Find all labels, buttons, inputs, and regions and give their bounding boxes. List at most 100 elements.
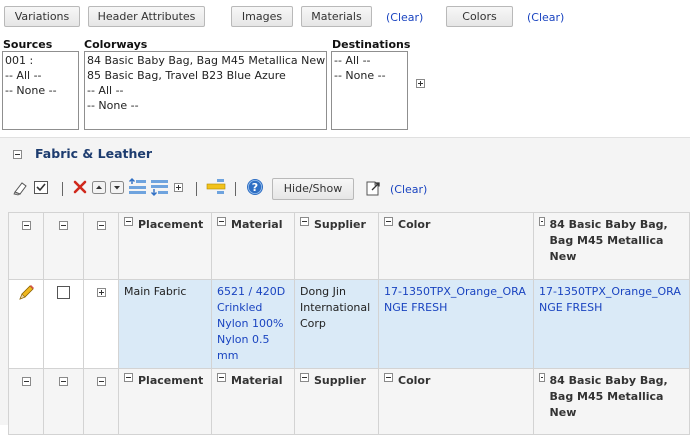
list-option[interactable]: -- None --: [334, 68, 405, 83]
collapse-icon[interactable]: [217, 217, 226, 226]
header-cell: Placement: [118, 212, 212, 280]
collapse-icon[interactable]: [300, 373, 309, 382]
sources-label: Sources: [3, 38, 53, 51]
collapse-icon[interactable]: [124, 373, 133, 382]
header-cell: Material: [211, 212, 295, 280]
images-button[interactable]: Images: [231, 6, 293, 27]
insert-row-below-icon[interactable]: [150, 178, 170, 199]
toolbar-separator: [235, 182, 236, 196]
column-header-placement[interactable]: Placement: [138, 373, 203, 389]
collapse-icon[interactable]: [59, 376, 68, 386]
column-highlight-icon[interactable]: [206, 178, 226, 199]
bom-table: Placement Material Supplier Color 84 Bas…: [8, 212, 690, 435]
collapse-icon[interactable]: [96, 376, 106, 386]
colorways-label: Colorways: [84, 38, 148, 51]
collapse-icon[interactable]: [217, 373, 226, 382]
select-cell: [43, 279, 84, 369]
header-cell: [83, 368, 119, 435]
insert-row-above-icon[interactable]: [128, 178, 148, 199]
header-cell: [43, 368, 84, 435]
section-title: Fabric & Leather: [35, 146, 153, 161]
header-cell: Supplier: [294, 368, 379, 435]
toolbar-separator: [62, 182, 63, 196]
collapse-icon[interactable]: [384, 373, 393, 382]
variations-button[interactable]: Variations: [4, 6, 80, 27]
colorways-listbox[interactable]: 84 Basic Baby Bag, Bag M45 Metallica New…: [84, 51, 327, 130]
expand-icon[interactable]: [416, 79, 425, 88]
list-option[interactable]: -- All --: [334, 53, 405, 68]
column-header-colorway[interactable]: 84 Basic Baby Bag, Bag M45 Metallica New: [550, 217, 684, 265]
header-cell: Supplier: [294, 212, 379, 280]
header-cell: Color: [378, 212, 534, 280]
move-down-icon[interactable]: [110, 181, 124, 197]
eraser-icon[interactable]: [12, 179, 30, 200]
expand-icon[interactable]: [96, 287, 106, 297]
list-option[interactable]: -- All --: [5, 68, 76, 83]
list-option[interactable]: 001 :: [5, 53, 76, 68]
header-cell: Color: [378, 368, 534, 435]
column-header-color[interactable]: Color: [398, 373, 430, 389]
list-option[interactable]: 85 Basic Bag, Travel B23 Blue Azure: [87, 68, 324, 83]
destinations-label: Destinations: [332, 38, 411, 51]
colors-clear-link[interactable]: (Clear): [527, 11, 564, 24]
header-cell: 84 Basic Baby Bag, Bag M45 Metallica New: [533, 368, 690, 435]
sources-listbox[interactable]: 001 : -- All -- -- None --: [2, 51, 79, 130]
pencil-icon[interactable]: [17, 285, 35, 305]
column-header-material[interactable]: Material: [231, 217, 282, 233]
toolbar-separator: [196, 182, 197, 196]
header-cell: [8, 368, 44, 435]
column-header-placement[interactable]: Placement: [138, 217, 203, 233]
materials-clear-link[interactable]: (Clear): [386, 11, 423, 24]
expand-cell: [83, 279, 119, 369]
collapse-icon[interactable]: [124, 217, 133, 226]
placement-value: Main Fabric: [124, 285, 187, 298]
header-cell: Material: [211, 368, 295, 435]
colorway-color-link[interactable]: 17-1350TPX_Orange_ORANGE FRESH: [539, 285, 681, 314]
delete-icon[interactable]: [72, 179, 88, 198]
column-header-supplier[interactable]: Supplier: [314, 217, 366, 233]
collapse-icon[interactable]: [96, 220, 106, 230]
material-link[interactable]: 6521 / 420D Crinkled Nylon 100% Nylon 0.…: [217, 285, 285, 362]
collapse-icon[interactable]: [21, 376, 31, 386]
column-header-material[interactable]: Material: [231, 373, 282, 389]
hide-show-button[interactable]: Hide/Show: [272, 178, 354, 200]
check-box-icon[interactable]: [33, 179, 50, 199]
column-header-color[interactable]: Color: [398, 217, 430, 233]
column-header-supplier[interactable]: Supplier: [314, 373, 366, 389]
collapse-icon[interactable]: [21, 220, 31, 230]
header-attributes-button[interactable]: Header Attributes: [88, 6, 205, 27]
collapse-icon[interactable]: [59, 220, 68, 230]
row-checkbox[interactable]: [57, 286, 70, 299]
list-option[interactable]: -- None --: [87, 98, 324, 113]
colors-button[interactable]: Colors: [446, 6, 513, 27]
list-option[interactable]: -- None --: [5, 83, 76, 98]
material-cell: 6521 / 420D Crinkled Nylon 100% Nylon 0.…: [211, 279, 295, 369]
collapse-section-icon[interactable]: [13, 150, 22, 159]
color-cell: 17-1350TPX_Orange_ORANGE FRESH: [378, 279, 534, 369]
table-footer-header-row: Placement Material Supplier Color 84 Bas…: [8, 368, 690, 435]
placement-cell: Main Fabric: [118, 279, 212, 369]
export-icon[interactable]: [364, 179, 382, 200]
collapse-icon[interactable]: [300, 217, 309, 226]
help-icon[interactable]: ?: [246, 178, 264, 199]
header-cell: 84 Basic Baby Bag, Bag M45 Metallica New: [533, 212, 690, 280]
header-cell: [8, 212, 44, 280]
list-option[interactable]: 84 Basic Baby Bag, Bag M45 Metallica New: [87, 53, 325, 68]
column-header-colorway[interactable]: 84 Basic Baby Bag, Bag M45 Metallica New: [550, 373, 684, 421]
toolbar-clear-link[interactable]: (Clear): [390, 183, 427, 196]
table-row[interactable]: Main Fabric 6521 / 420D Crinkled Nylon 1…: [8, 279, 690, 369]
list-option[interactable]: -- All --: [87, 83, 324, 98]
header-cell: [43, 212, 84, 280]
color-link[interactable]: 17-1350TPX_Orange_ORANGE FRESH: [384, 285, 526, 314]
header-cell: [83, 212, 119, 280]
add-row-icon[interactable]: [174, 183, 183, 192]
edit-cell: [8, 279, 44, 369]
collapse-icon[interactable]: [539, 373, 545, 382]
move-up-icon[interactable]: [92, 181, 106, 197]
collapse-icon[interactable]: [384, 217, 393, 226]
supplier-cell: Dong Jin International Corp: [294, 279, 379, 369]
materials-button[interactable]: Materials: [301, 6, 372, 27]
colorway-color-cell: 17-1350TPX_Orange_ORANGE FRESH: [533, 279, 690, 369]
destinations-listbox[interactable]: -- All -- -- None --: [331, 51, 408, 130]
collapse-icon[interactable]: [539, 217, 545, 226]
